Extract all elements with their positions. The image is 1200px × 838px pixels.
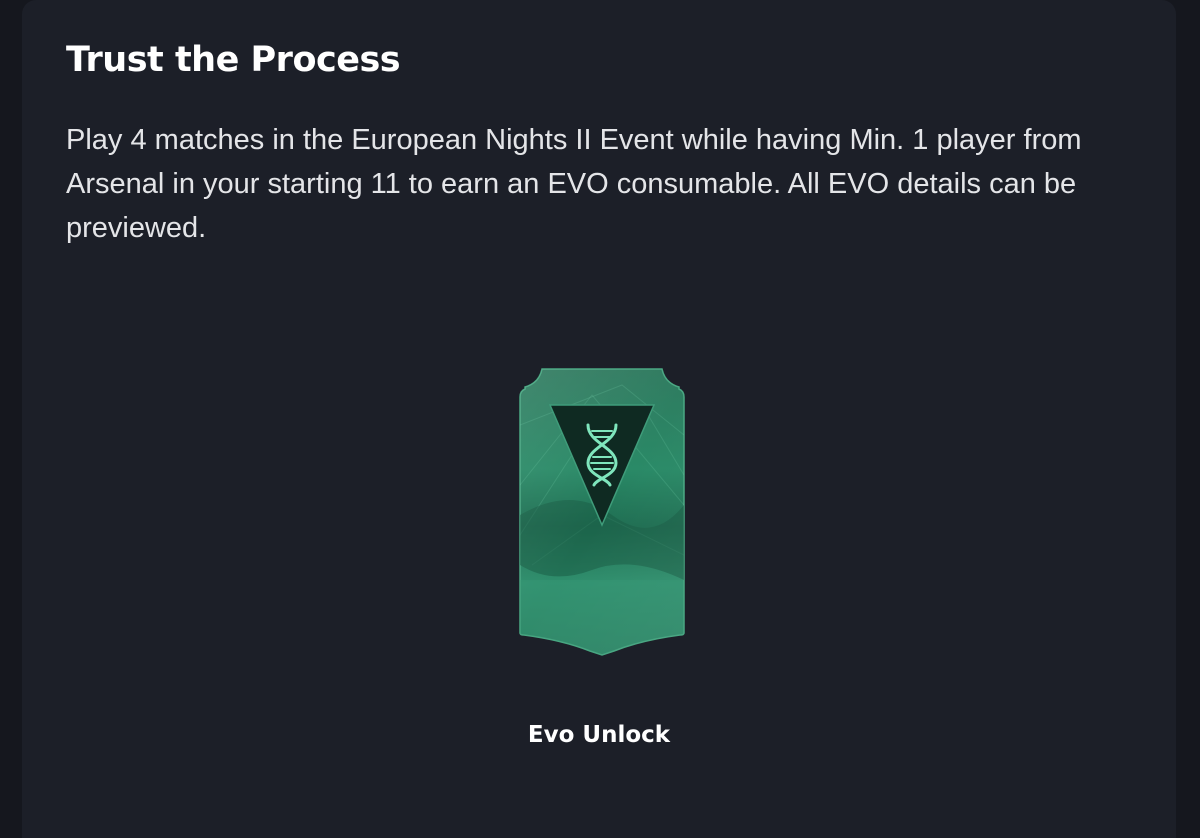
reward-label: Evo Unlock xyxy=(527,722,671,748)
objective-title: Trust the Process xyxy=(66,40,401,80)
objective-description: Play 4 matches in the European Nights II… xyxy=(66,124,1082,244)
objective-panel: Trust the Process Play 4 matches in the … xyxy=(22,0,1176,838)
evo-unlock-card[interactable] xyxy=(502,365,702,660)
